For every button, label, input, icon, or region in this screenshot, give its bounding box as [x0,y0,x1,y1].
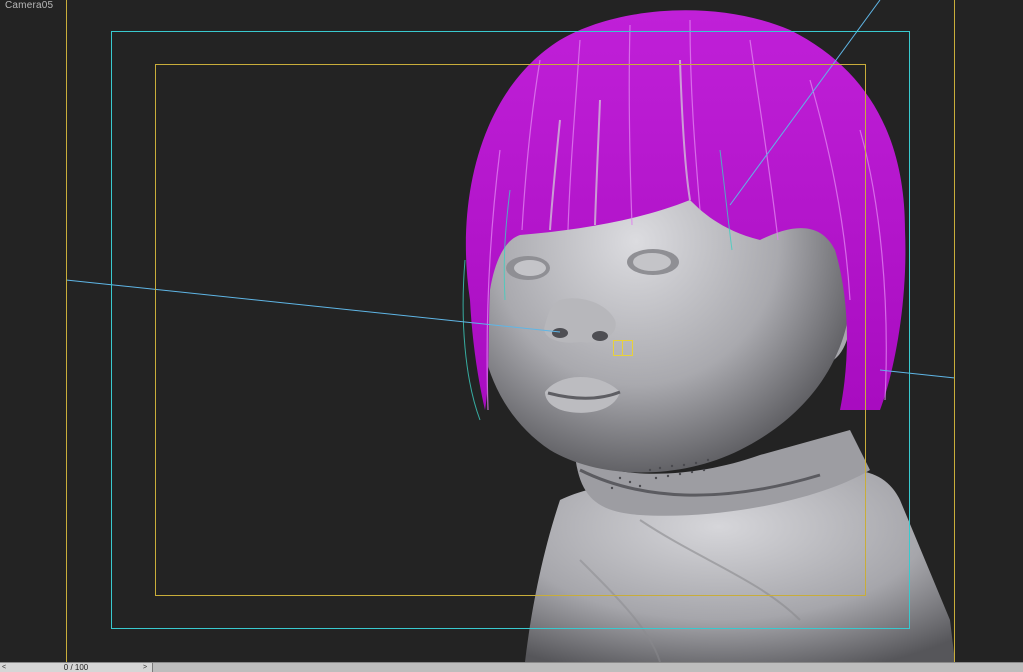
viewport-label[interactable]: Camera05 [5,0,53,11]
pivot-gizmo[interactable] [613,340,633,356]
time-slider[interactable]: < 0 / 100 > [0,663,153,672]
prev-frame-icon[interactable]: < [2,663,6,672]
time-slider-label: 0 / 100 [63,663,89,672]
camera-viewport[interactable]: Camera05 [0,0,1023,662]
time-bar[interactable]: < 0 / 100 > [0,662,1023,672]
scene-render [65,0,956,662]
next-frame-icon[interactable]: > [143,663,147,672]
